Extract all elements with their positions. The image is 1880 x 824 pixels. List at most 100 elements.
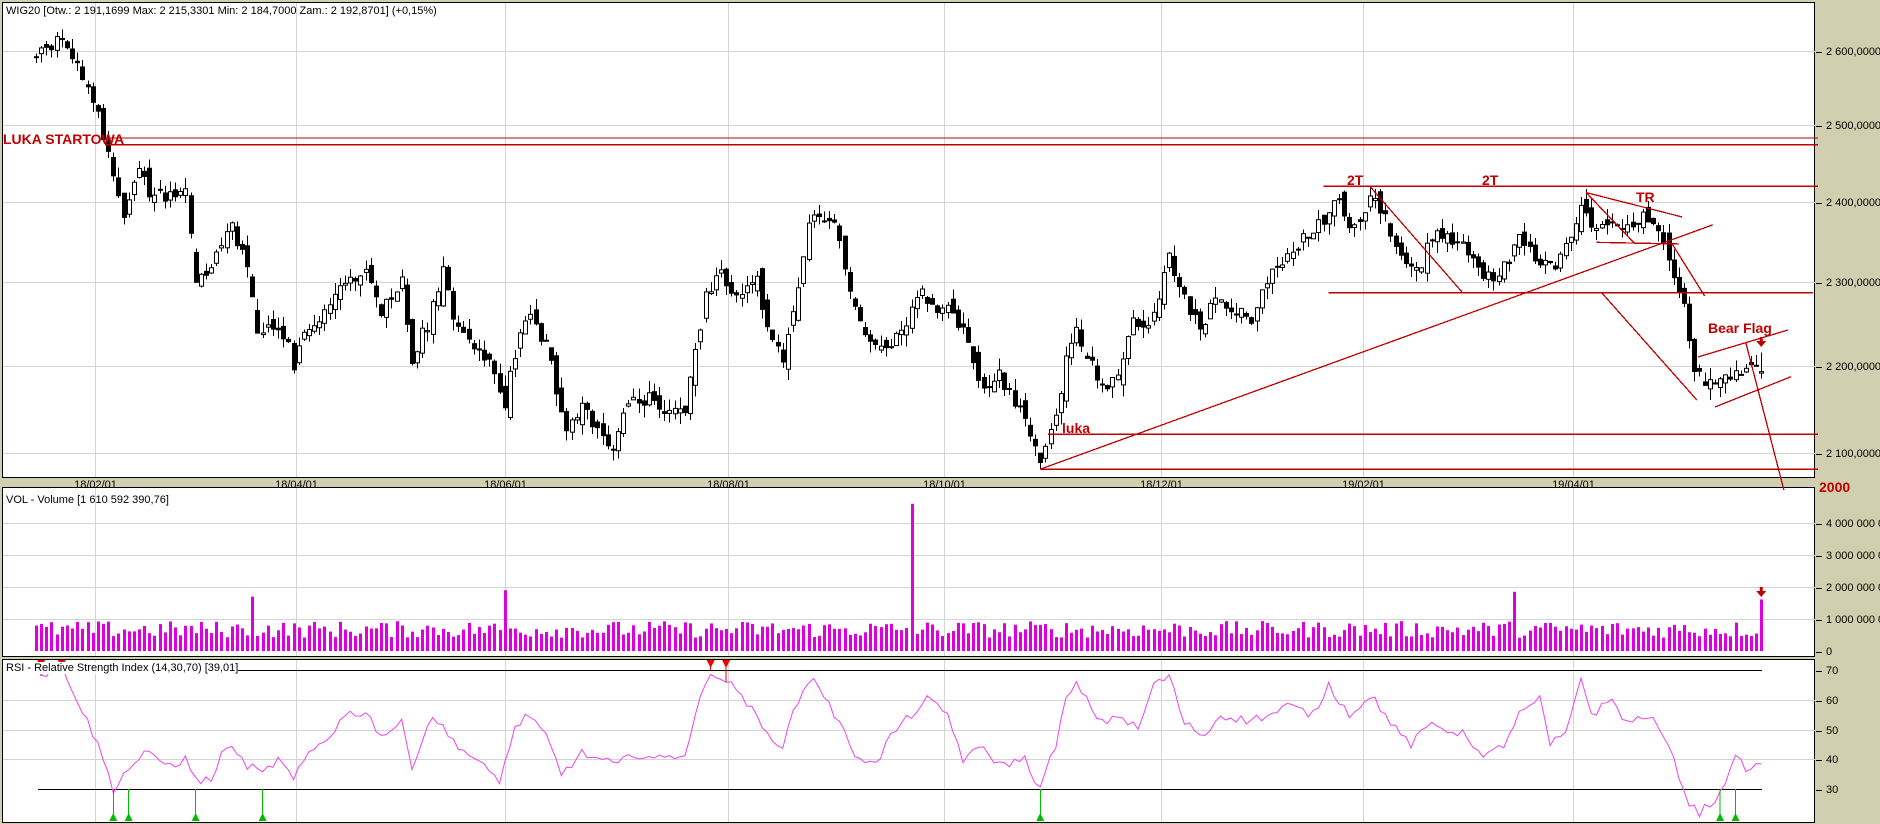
candle-down (1172, 255, 1177, 277)
buy-signal-triangle-icon (258, 813, 267, 821)
volume-axis-label: 2 000 000 000 (1826, 581, 1880, 594)
volume-bar (40, 623, 43, 651)
candle-up (575, 417, 580, 421)
rsi-axis-label: 70 (1826, 664, 1839, 677)
volume-bar (1451, 632, 1454, 651)
volume-bar (1549, 622, 1552, 651)
volume-bar (1281, 633, 1284, 651)
candle-up (230, 222, 235, 232)
volume-bar (92, 632, 95, 651)
volume-bar (1436, 626, 1439, 651)
candle-down (65, 41, 70, 49)
candle-down (848, 271, 853, 292)
volume-bar (1235, 621, 1238, 651)
volume-bar (1147, 629, 1150, 651)
candle-down (729, 282, 734, 294)
volume-bar (1580, 624, 1583, 651)
candle-up (910, 306, 915, 329)
volume-bar (741, 622, 744, 651)
candle-down (1682, 287, 1687, 304)
volume-bar (916, 633, 919, 651)
rsi-axis-label: 60 (1826, 694, 1839, 707)
volume-bar (153, 635, 156, 651)
volume-bar (313, 622, 316, 651)
volume-bar (833, 628, 836, 651)
candle-up (1255, 307, 1260, 322)
candle-up (1739, 373, 1744, 376)
candle-down (353, 278, 358, 282)
volume-bar (1158, 630, 1161, 651)
candle-up (1280, 264, 1285, 269)
volume-bar (658, 625, 661, 651)
candle-up (1455, 241, 1460, 244)
volume-bar (1570, 628, 1573, 651)
candle-up (364, 268, 369, 273)
volume-bar (473, 633, 476, 651)
volume-bar (102, 623, 105, 651)
volume-bar (766, 626, 769, 651)
volume-bar (1668, 627, 1671, 651)
candle-up (1054, 414, 1059, 426)
candle-down (781, 349, 786, 363)
candle-down (467, 328, 472, 340)
volume-bar (1688, 632, 1691, 651)
volume-bar (56, 634, 59, 651)
candle-up (920, 288, 925, 296)
volume-bar (370, 628, 373, 651)
candle-up (667, 409, 672, 414)
volume-bar (344, 629, 347, 651)
candle-down (1481, 262, 1486, 279)
volume-bar (967, 633, 970, 651)
candle-up (1162, 272, 1167, 305)
volume-bar (1214, 635, 1217, 651)
price-axis-label: 2 600,0000 (1826, 45, 1880, 58)
volume-bar (993, 629, 996, 651)
volume-bar (1410, 636, 1413, 651)
volume-bar (504, 590, 507, 651)
volume-bar (674, 627, 677, 651)
volume-bar (236, 624, 239, 651)
volume-bar (1621, 634, 1624, 651)
candle-down (1141, 320, 1146, 328)
candle-up (678, 408, 683, 414)
volume-bar (653, 627, 656, 651)
volume-arrow-icon (1756, 591, 1767, 597)
volume-bar (1482, 622, 1485, 651)
candle-up (714, 275, 719, 291)
volume-bar (303, 637, 306, 651)
candle-up (1558, 253, 1563, 269)
volume-bar (184, 625, 187, 651)
luka-label: luka (1062, 420, 1091, 436)
candle-up (1213, 297, 1218, 305)
volume-bar (777, 633, 780, 651)
volume-bar (771, 623, 774, 651)
candle-up (415, 351, 420, 364)
volume-bar (117, 633, 120, 651)
volume-bar (1101, 629, 1104, 651)
candle-up (384, 298, 389, 318)
candle-down (837, 225, 842, 242)
volume-bar (1724, 633, 1727, 651)
candle-down (1182, 286, 1187, 295)
price-axis-label: 2 200,0000 (1826, 360, 1880, 373)
volume-bar (1698, 636, 1701, 651)
volume-bar (457, 635, 460, 651)
volume-bar (1261, 621, 1264, 651)
volume-bar (869, 623, 872, 651)
volume-bar (1554, 626, 1557, 651)
volume-bar (1199, 633, 1202, 651)
volume-bar (529, 636, 532, 651)
volume-bar (1735, 622, 1738, 651)
volume-bar (318, 628, 321, 651)
volume-bar (1565, 626, 1568, 651)
volume-bar (401, 625, 404, 651)
candle-up (1074, 326, 1079, 344)
volume-bar (323, 626, 326, 651)
volume-bar (509, 628, 512, 651)
price-axis-tick (1816, 52, 1822, 53)
candle-down (1522, 231, 1527, 246)
candle-up (812, 214, 817, 222)
volume-bar (1019, 632, 1022, 651)
candle-down (1249, 317, 1254, 324)
candle-up (1759, 371, 1764, 374)
